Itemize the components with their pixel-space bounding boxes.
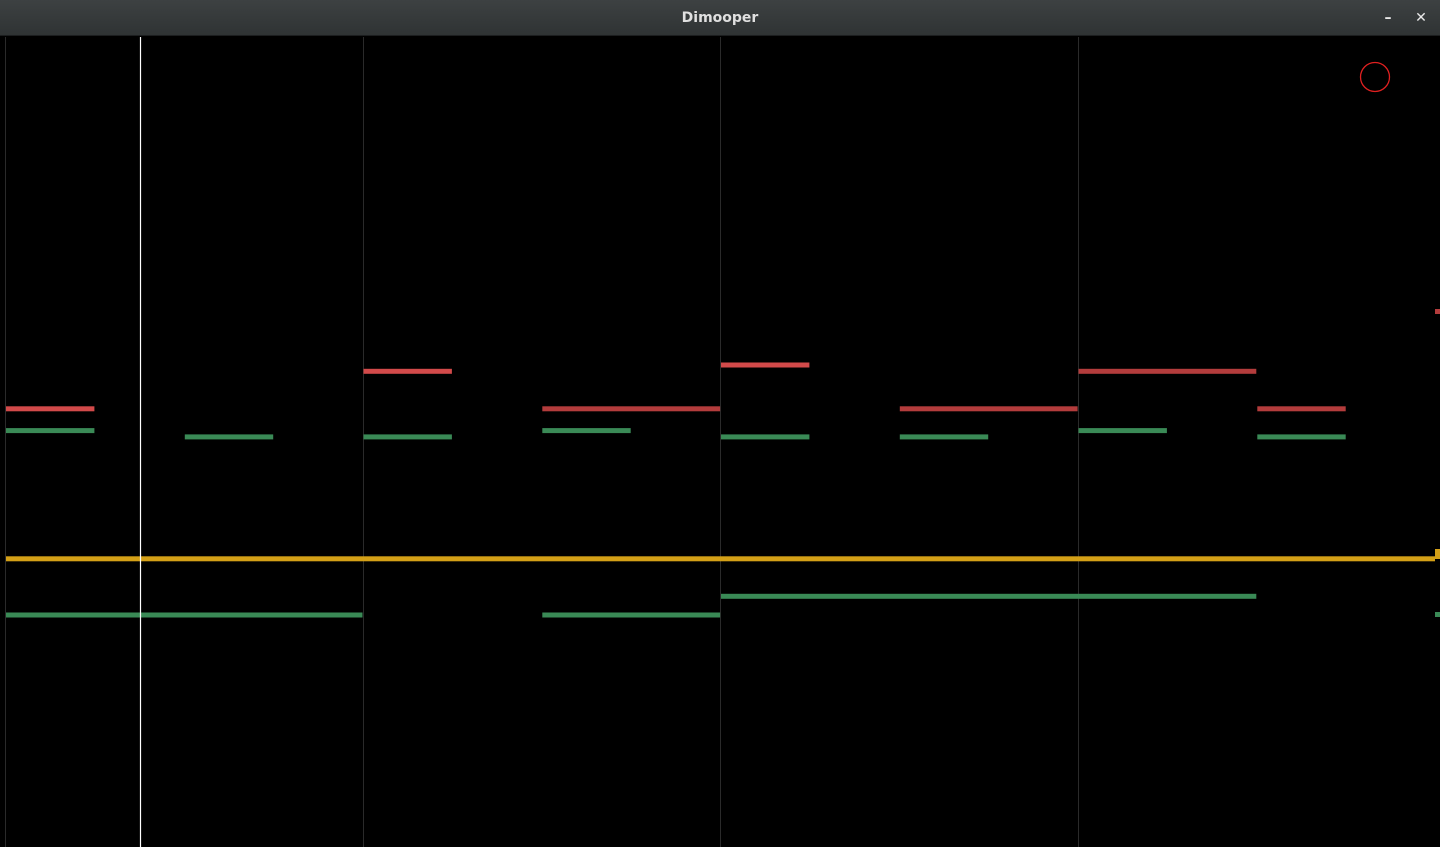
note[interactable] bbox=[899, 434, 989, 440]
close-icon: ✕ bbox=[1415, 10, 1427, 26]
note[interactable] bbox=[6, 612, 363, 618]
note[interactable] bbox=[363, 434, 452, 440]
note[interactable] bbox=[542, 612, 721, 618]
piano-roll-canvas[interactable] bbox=[0, 37, 1440, 847]
title-bar[interactable]: Dimooper – ✕ bbox=[0, 0, 1440, 36]
note[interactable] bbox=[721, 362, 810, 368]
note[interactable] bbox=[184, 434, 274, 440]
minimize-button[interactable]: – bbox=[1378, 8, 1398, 28]
minimize-icon: – bbox=[1384, 10, 1392, 26]
note[interactable] bbox=[363, 368, 452, 374]
note-wrap-marker bbox=[1435, 549, 1440, 559]
window-title: Dimooper bbox=[681, 10, 759, 26]
note[interactable] bbox=[721, 593, 1257, 599]
note[interactable] bbox=[542, 428, 631, 434]
note[interactable] bbox=[1078, 368, 1257, 374]
piano-roll-svg bbox=[5, 37, 1440, 847]
note[interactable] bbox=[6, 406, 95, 412]
note[interactable] bbox=[1257, 434, 1346, 440]
note[interactable] bbox=[6, 428, 95, 434]
close-button[interactable]: ✕ bbox=[1411, 8, 1431, 28]
note[interactable] bbox=[542, 406, 721, 412]
note[interactable] bbox=[1257, 406, 1346, 412]
note[interactable] bbox=[6, 556, 1435, 562]
note[interactable] bbox=[721, 434, 810, 440]
note-wrap-marker bbox=[1435, 309, 1440, 314]
note[interactable] bbox=[1078, 428, 1167, 434]
note[interactable] bbox=[899, 406, 1078, 412]
note-wrap-marker bbox=[1435, 612, 1440, 617]
record-indicator-circle-icon bbox=[1359, 61, 1391, 93]
